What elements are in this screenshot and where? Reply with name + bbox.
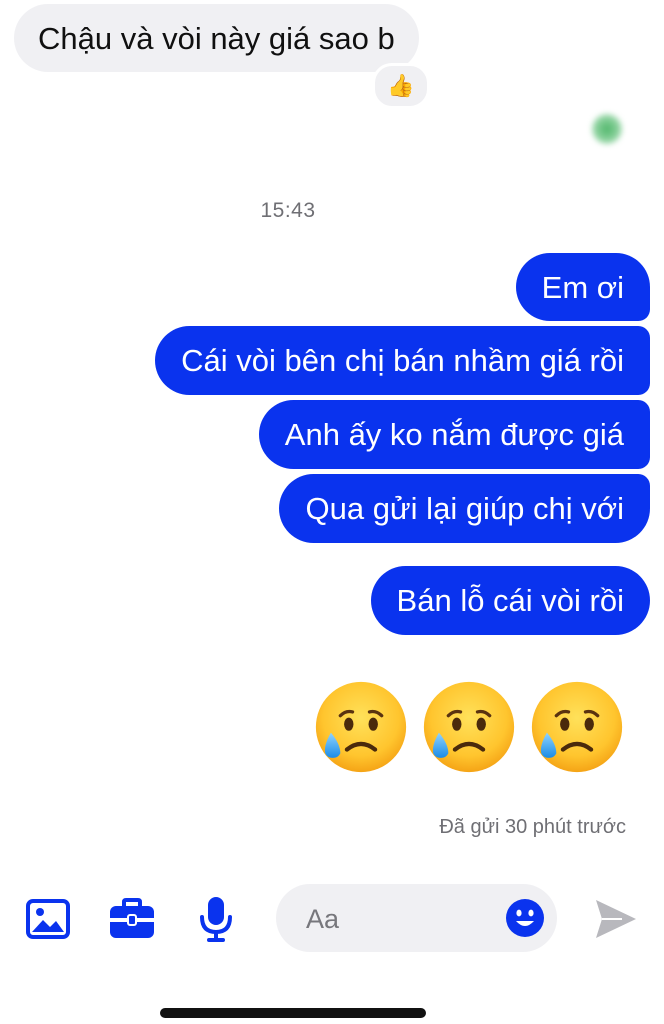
outgoing-message-bubble[interactable]: Em ơi — [515, 253, 650, 321]
message-timestamp: 15:43 — [260, 199, 316, 222]
briefcase-button[interactable] — [108, 895, 156, 943]
outgoing-message-text: Em ơi — [541, 269, 624, 305]
photo-button[interactable] — [24, 895, 72, 943]
sad-but-relieved-face-icon — [423, 681, 515, 773]
sad-but-relieved-face-icon — [531, 681, 623, 773]
outgoing-message-bubble[interactable]: Anh ấy ko nắm được giá — [258, 400, 650, 469]
outgoing-message-text: Anh ấy ko nắm được giá — [284, 417, 624, 452]
incoming-message-bubble[interactable]: Chậu và vòi này giá sao b — [14, 4, 419, 72]
thumbs-up-icon: 👍 — [387, 73, 415, 98]
emoji-message[interactable] — [314, 680, 624, 774]
home-indicator — [160, 1008, 426, 1018]
briefcase-icon — [110, 898, 154, 938]
outgoing-message-text: Bán lỗ cái vòi rồi — [396, 583, 624, 618]
microphone-icon — [200, 897, 232, 942]
message-composer[interactable] — [276, 884, 557, 952]
message-reaction[interactable]: 👍 — [372, 63, 430, 109]
outgoing-message-bubble[interactable]: Cái vòi bên chị bán nhầm giá rồi — [155, 326, 650, 395]
outgoing-message-bubble[interactable]: Qua gửi lại giúp chị với — [279, 474, 650, 543]
sent-status: Đã gửi 30 phút trước — [439, 816, 626, 838]
outgoing-message-text: Cái vòi bên chị bán nhầm giá rồi — [181, 343, 624, 378]
outgoing-message-text: Qua gửi lại giúp chị với — [305, 491, 624, 526]
seen-avatar — [592, 114, 622, 144]
outgoing-message-bubble[interactable]: Bán lỗ cái vòi rồi — [370, 566, 650, 635]
send-icon[interactable] — [592, 896, 640, 942]
incoming-message-text: Chậu và vòi này giá sao b — [38, 20, 395, 56]
message-input[interactable] — [304, 898, 488, 940]
sad-but-relieved-face-icon — [315, 681, 407, 773]
photo-icon — [26, 899, 70, 939]
smiley-face-icon[interactable] — [505, 898, 545, 938]
microphone-button[interactable] — [192, 895, 240, 943]
